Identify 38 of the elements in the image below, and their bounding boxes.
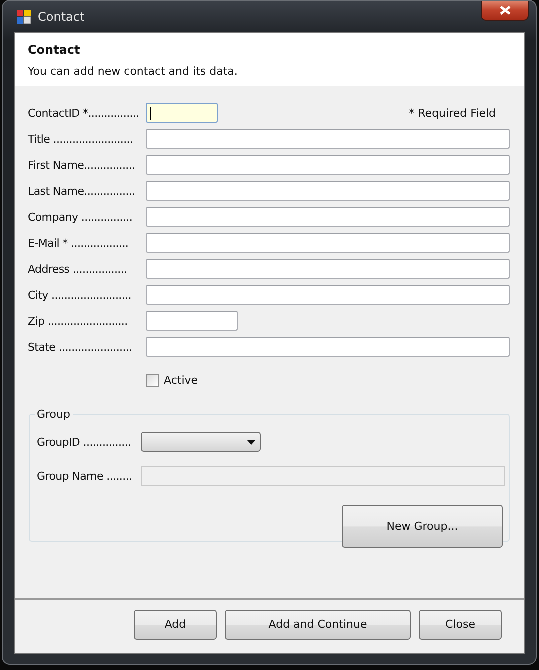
dropdown[interactable]	[141, 432, 261, 452]
field-label: E-Mail * ..................	[28, 236, 130, 250]
dropdown-arrow-icon	[247, 440, 256, 444]
field-label: Company ................	[28, 210, 134, 224]
input-field[interactable]	[146, 285, 510, 305]
close-button[interactable]	[481, 1, 529, 21]
required-note: * Required Field	[409, 106, 496, 120]
input-field[interactable]	[146, 207, 510, 227]
input-field[interactable]	[146, 155, 510, 175]
input-field[interactable]	[146, 259, 510, 279]
input-field[interactable]	[146, 311, 238, 331]
field-label: Last Name................	[28, 184, 136, 198]
close-icon	[500, 6, 510, 15]
input-field[interactable]	[146, 181, 510, 201]
field-label: Title .........................	[28, 132, 134, 146]
close-button[interactable]: Close	[419, 610, 502, 640]
header-title: Contact	[28, 43, 82, 57]
app-icon	[16, 8, 32, 24]
header-subtitle: You can add new contact and its data.	[28, 65, 239, 78]
input-field[interactable]	[146, 129, 510, 149]
field-label: First Name................	[28, 158, 136, 172]
field-label: State .......................	[28, 340, 134, 354]
field-label: ContactID *................	[28, 106, 140, 120]
new-group-button[interactable]: New Group...	[342, 505, 503, 548]
window-title: Contact	[38, 10, 86, 24]
group-title: Group	[36, 408, 72, 421]
field-label: City .........................	[28, 288, 132, 302]
checkbox[interactable]	[146, 374, 159, 386]
checkbox-label: Active	[164, 374, 198, 386]
field-label: Group Name ........	[37, 470, 134, 482]
input-field[interactable]	[146, 103, 218, 123]
field-label: Address .................	[28, 262, 128, 276]
field-label: Zip .........................	[28, 314, 129, 328]
input-field[interactable]	[146, 233, 510, 253]
field-label: GroupID ...............	[37, 436, 132, 448]
input-field[interactable]	[146, 337, 510, 357]
add-and-continue-button[interactable]: Add and Continue	[225, 610, 411, 640]
add-button[interactable]: Add	[134, 610, 217, 640]
